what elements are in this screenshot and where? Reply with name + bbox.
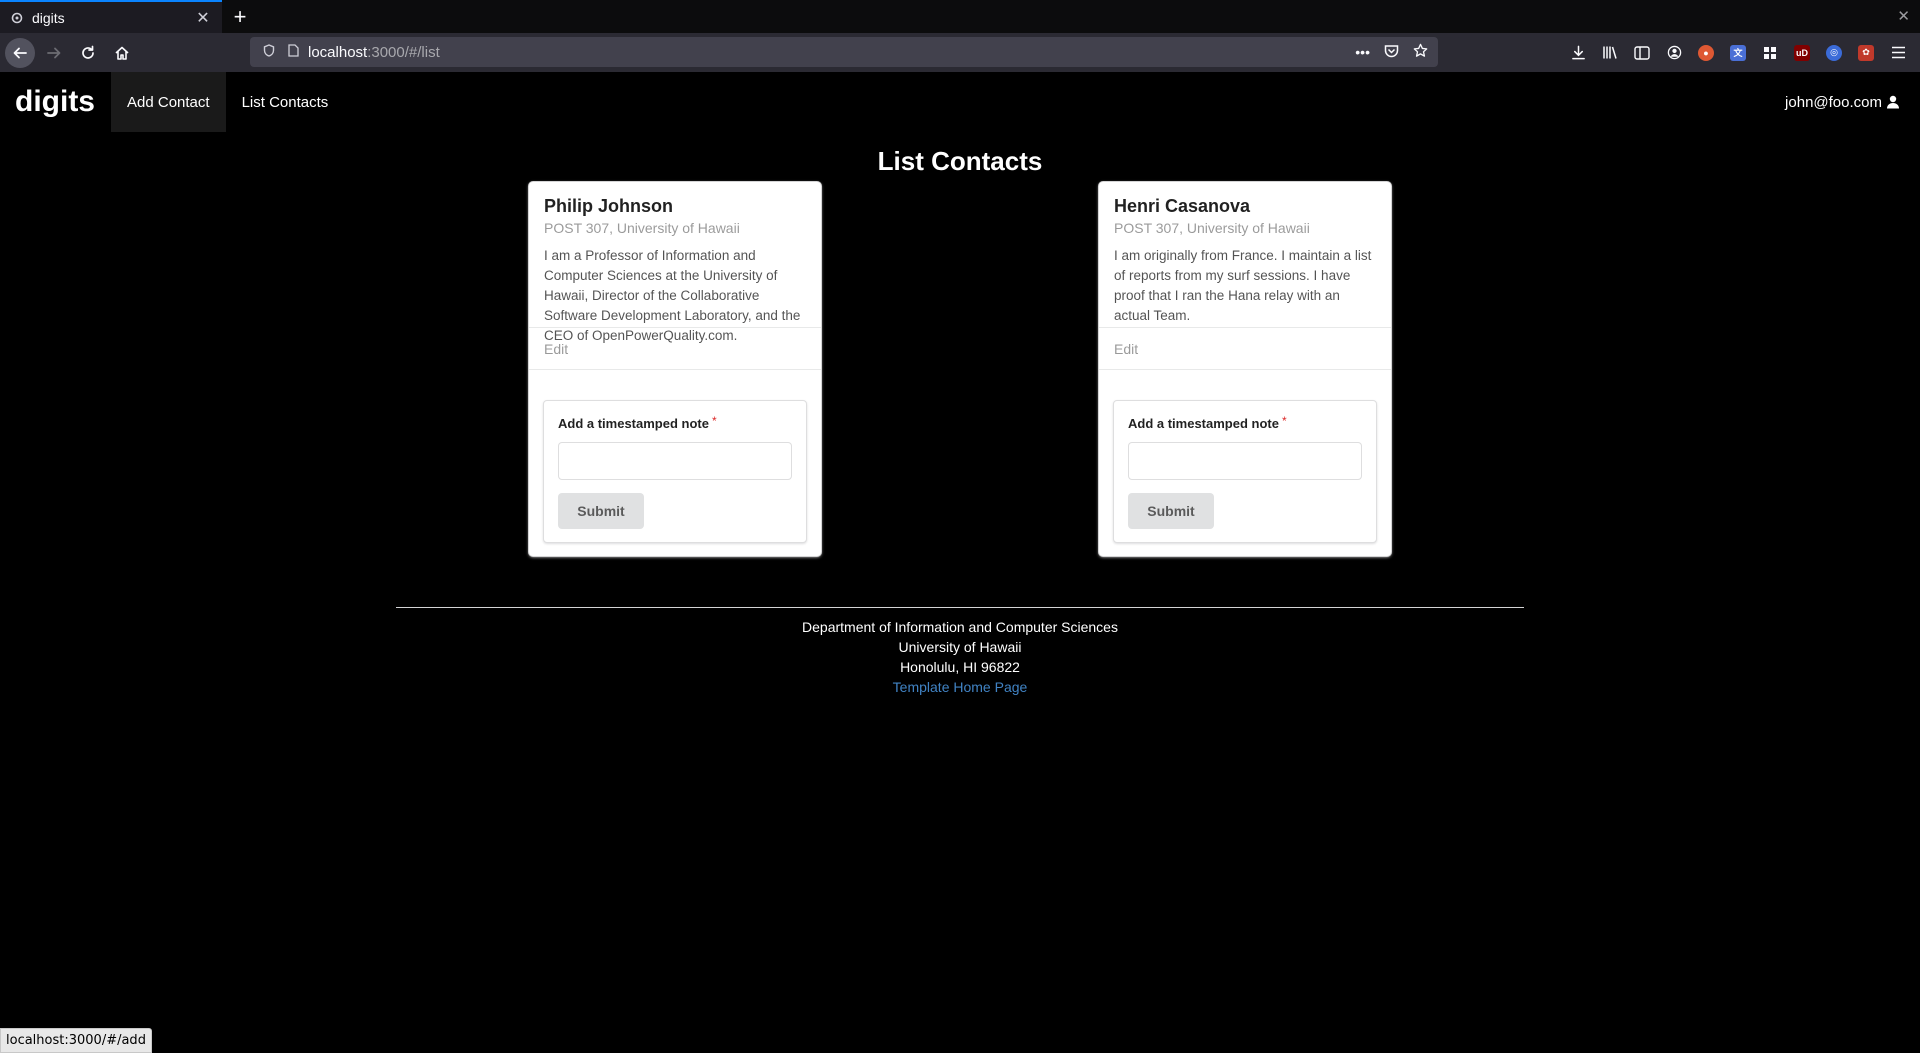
note-label: Add a timestamped note	[558, 416, 709, 431]
contact-address: POST 307, University of Hawaii	[1114, 220, 1310, 236]
toolbar-right: ● 文 uD ◎ ✿	[1562, 33, 1920, 72]
hamburger-menu-icon[interactable]	[1882, 39, 1914, 67]
new-tab-button[interactable]: +	[222, 0, 258, 33]
tracking-shield-icon[interactable]	[260, 44, 278, 60]
card-divider	[1099, 369, 1391, 392]
user-dropdown[interactable]: john@foo.com	[1785, 72, 1900, 132]
pocket-icon[interactable]	[1384, 44, 1399, 61]
nav-list-contacts[interactable]: List Contacts	[226, 72, 345, 132]
contact-cards: Philip Johnson POST 307, University of H…	[0, 182, 1920, 587]
note-form: Add a timestamped note * Submit	[543, 400, 807, 543]
brand-logo[interactable]: digits	[0, 72, 111, 132]
favicon-icon	[10, 11, 24, 25]
address-bar[interactable]: localhost:3000/#/list •••	[250, 37, 1438, 67]
contact-name: Henri Casanova	[1114, 196, 1251, 216]
user-icon	[1886, 95, 1900, 109]
url-actions: •••	[1355, 43, 1428, 61]
forward-button[interactable]	[39, 38, 69, 68]
footer-university: University of Hawaii	[898, 639, 1022, 655]
note-form: Add a timestamped note * Submit	[1113, 400, 1377, 543]
note-label-row: Add a timestamped note *	[1128, 414, 1362, 433]
nav-add-contact[interactable]: Add Contact	[111, 72, 226, 132]
contact-card: Henri Casanova POST 307, University of H…	[1099, 182, 1391, 556]
extension-globe-icon[interactable]: ◎	[1818, 39, 1850, 67]
contact-name: Philip Johnson	[544, 196, 673, 216]
page-info-icon[interactable]	[284, 44, 302, 60]
url-path: :3000/#/list	[367, 43, 440, 61]
page-content: digits Add Contact List Contacts john@fo…	[0, 72, 1920, 1053]
sidebar-icon[interactable]	[1626, 39, 1658, 67]
page-actions-icon[interactable]: •••	[1355, 44, 1370, 60]
app-navbar: digits Add Contact List Contacts john@fo…	[0, 72, 1920, 132]
forward-arrow-icon	[47, 47, 61, 58]
user-email: john@foo.com	[1785, 93, 1882, 111]
translate-extension-icon[interactable]: 文	[1722, 39, 1754, 67]
duckduckgo-extension-icon[interactable]: ●	[1690, 39, 1722, 67]
extension-puzzle-icon[interactable]: ✿	[1850, 39, 1882, 67]
page-title: List Contacts	[877, 146, 1043, 176]
reload-icon	[82, 45, 94, 59]
window-close-icon[interactable]: ✕	[1897, 7, 1910, 25]
home-button[interactable]	[107, 38, 137, 68]
url-text[interactable]: localhost:3000/#/list	[308, 44, 1355, 61]
required-indicator: *	[711, 414, 717, 428]
footer-address: Honolulu, HI 96822	[900, 659, 1020, 675]
card-edit-section: Edit	[1099, 327, 1391, 369]
template-home-link[interactable]: Template Home Page	[396, 677, 1524, 697]
tab-close-icon[interactable]: ✕	[194, 8, 212, 28]
submit-button[interactable]: Submit	[1128, 493, 1214, 529]
card-content: Henri Casanova POST 307, University of H…	[1099, 182, 1391, 327]
page-footer: Department of Information and Computer S…	[396, 607, 1524, 697]
account-icon[interactable]	[1658, 39, 1690, 67]
back-arrow-icon	[13, 47, 27, 58]
downloads-icon[interactable]	[1562, 39, 1594, 67]
contact-description: I am originally from France. I maintain …	[1114, 248, 1372, 323]
submit-button[interactable]: Submit	[558, 493, 644, 529]
footer-department: Department of Information and Computer S…	[802, 619, 1118, 635]
required-indicator: *	[1281, 414, 1287, 428]
extensions-grid-icon[interactable]	[1754, 39, 1786, 67]
note-label: Add a timestamped note	[1128, 416, 1279, 431]
back-button[interactable]	[5, 37, 35, 68]
library-icon[interactable]	[1594, 39, 1626, 67]
card-divider	[529, 369, 821, 392]
note-label-row: Add a timestamped note *	[558, 414, 792, 433]
home-icon	[115, 46, 129, 60]
contact-card: Philip Johnson POST 307, University of H…	[529, 182, 821, 556]
note-input[interactable]	[1128, 442, 1362, 480]
contact-address: POST 307, University of Hawaii	[544, 220, 740, 236]
browser-tab[interactable]: digits ✕	[0, 0, 222, 33]
bookmark-star-icon[interactable]	[1413, 43, 1428, 61]
tab-title: digits	[32, 9, 65, 26]
edit-link[interactable]: Edit	[1114, 341, 1138, 357]
browser-toolbar: localhost:3000/#/list ••• ● 文 uD ◎ ✿	[0, 33, 1920, 72]
note-input[interactable]	[558, 442, 792, 480]
ublock-origin-icon[interactable]: uD	[1786, 39, 1818, 67]
reload-button[interactable]	[73, 38, 103, 68]
card-content: Philip Johnson POST 307, University of H…	[529, 182, 821, 343]
edit-link[interactable]: Edit	[544, 341, 568, 357]
url-host: localhost	[308, 43, 368, 61]
browser-tab-bar: digits ✕ + ✕	[0, 0, 1920, 33]
status-bar-url: localhost:3000/#/add	[0, 1028, 152, 1053]
